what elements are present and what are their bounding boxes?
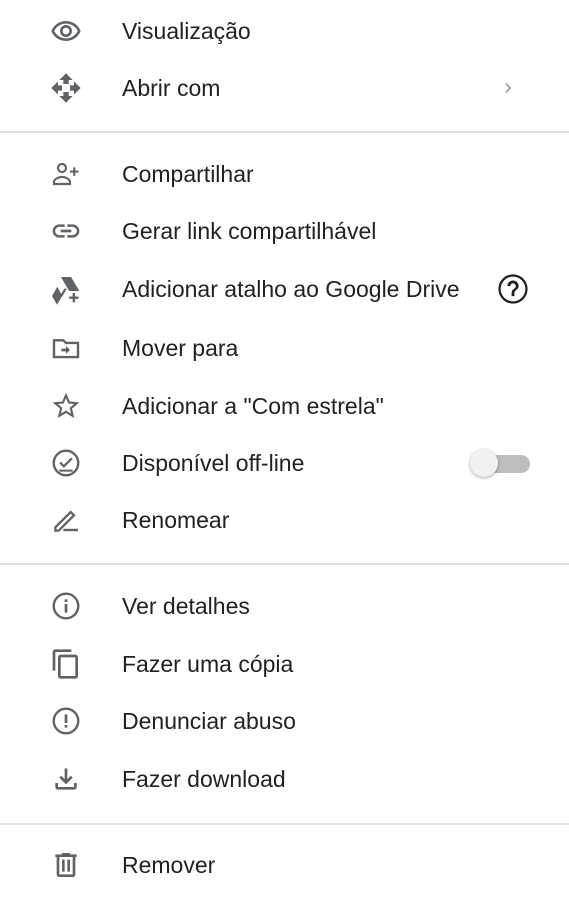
link-icon [48,213,84,249]
menu-item-preview[interactable]: Visualização [0,2,569,59]
move-to-folder-icon [48,330,84,366]
menu-item-label: Adicionar a "Com estrela" [122,392,384,419]
trash-icon [48,847,84,883]
menu-item-get-link[interactable]: Gerar link compartilhável [0,202,569,259]
menu-item-report-abuse[interactable]: Denunciar abuso [0,692,569,749]
menu-item-label: Compartilhar [122,160,254,187]
open-with-arrows-icon [48,70,84,106]
download-icon [48,761,84,797]
chevron-right-icon [505,82,512,93]
menu-divider [0,563,569,565]
pencil-icon [48,502,84,538]
menu-item-offline[interactable]: Disponível off-line [0,434,569,491]
menu-item-label: Remover [122,851,216,878]
offline-check-icon [48,445,84,481]
menu-item-open-with[interactable]: Abrir com [0,59,569,116]
menu-item-move-to[interactable]: Mover para [0,319,569,376]
menu-item-label: Renomear [122,506,230,533]
menu-item-label: Abrir com [122,74,221,101]
context-menu: Visualização Abrir com Compartilhar Gera… [0,0,569,916]
menu-item-label: Mover para [122,334,239,361]
menu-item-label: Adicionar atalho ao Google Drive [122,275,460,302]
menu-item-star[interactable]: Adicionar a "Com estrela" [0,377,569,434]
copy-icon [48,646,84,682]
star-outline-icon [48,388,84,424]
menu-item-add-shortcut[interactable]: Adicionar atalho ao Google Drive [0,260,569,317]
drive-shortcut-icon [48,271,84,307]
menu-item-download[interactable]: Fazer download [0,750,569,807]
menu-item-rename[interactable]: Renomear [0,491,569,548]
offline-toggle[interactable] [470,448,534,478]
menu-divider [0,131,569,133]
menu-item-remove[interactable]: Remover [0,836,569,893]
person-add-icon [48,156,84,192]
menu-item-label: Denunciar abuso [122,707,296,734]
info-icon [48,588,84,624]
menu-item-share[interactable]: Compartilhar [0,145,569,202]
menu-item-label: Ver detalhes [122,592,250,619]
toggle-knob [470,448,498,477]
report-icon [48,703,84,739]
menu-divider [0,823,569,825]
menu-item-label: Fazer download [122,765,286,792]
help-circle-icon[interactable] [496,272,530,306]
menu-item-label: Visualização [122,17,251,44]
eye-icon [48,13,84,49]
menu-item-label: Fazer uma cópia [122,650,294,677]
menu-item-details[interactable]: Ver detalhes [0,577,569,634]
menu-item-make-copy[interactable]: Fazer uma cópia [0,635,569,692]
menu-item-label: Gerar link compartilhável [122,217,377,244]
menu-item-label: Disponível off-line [122,449,305,476]
